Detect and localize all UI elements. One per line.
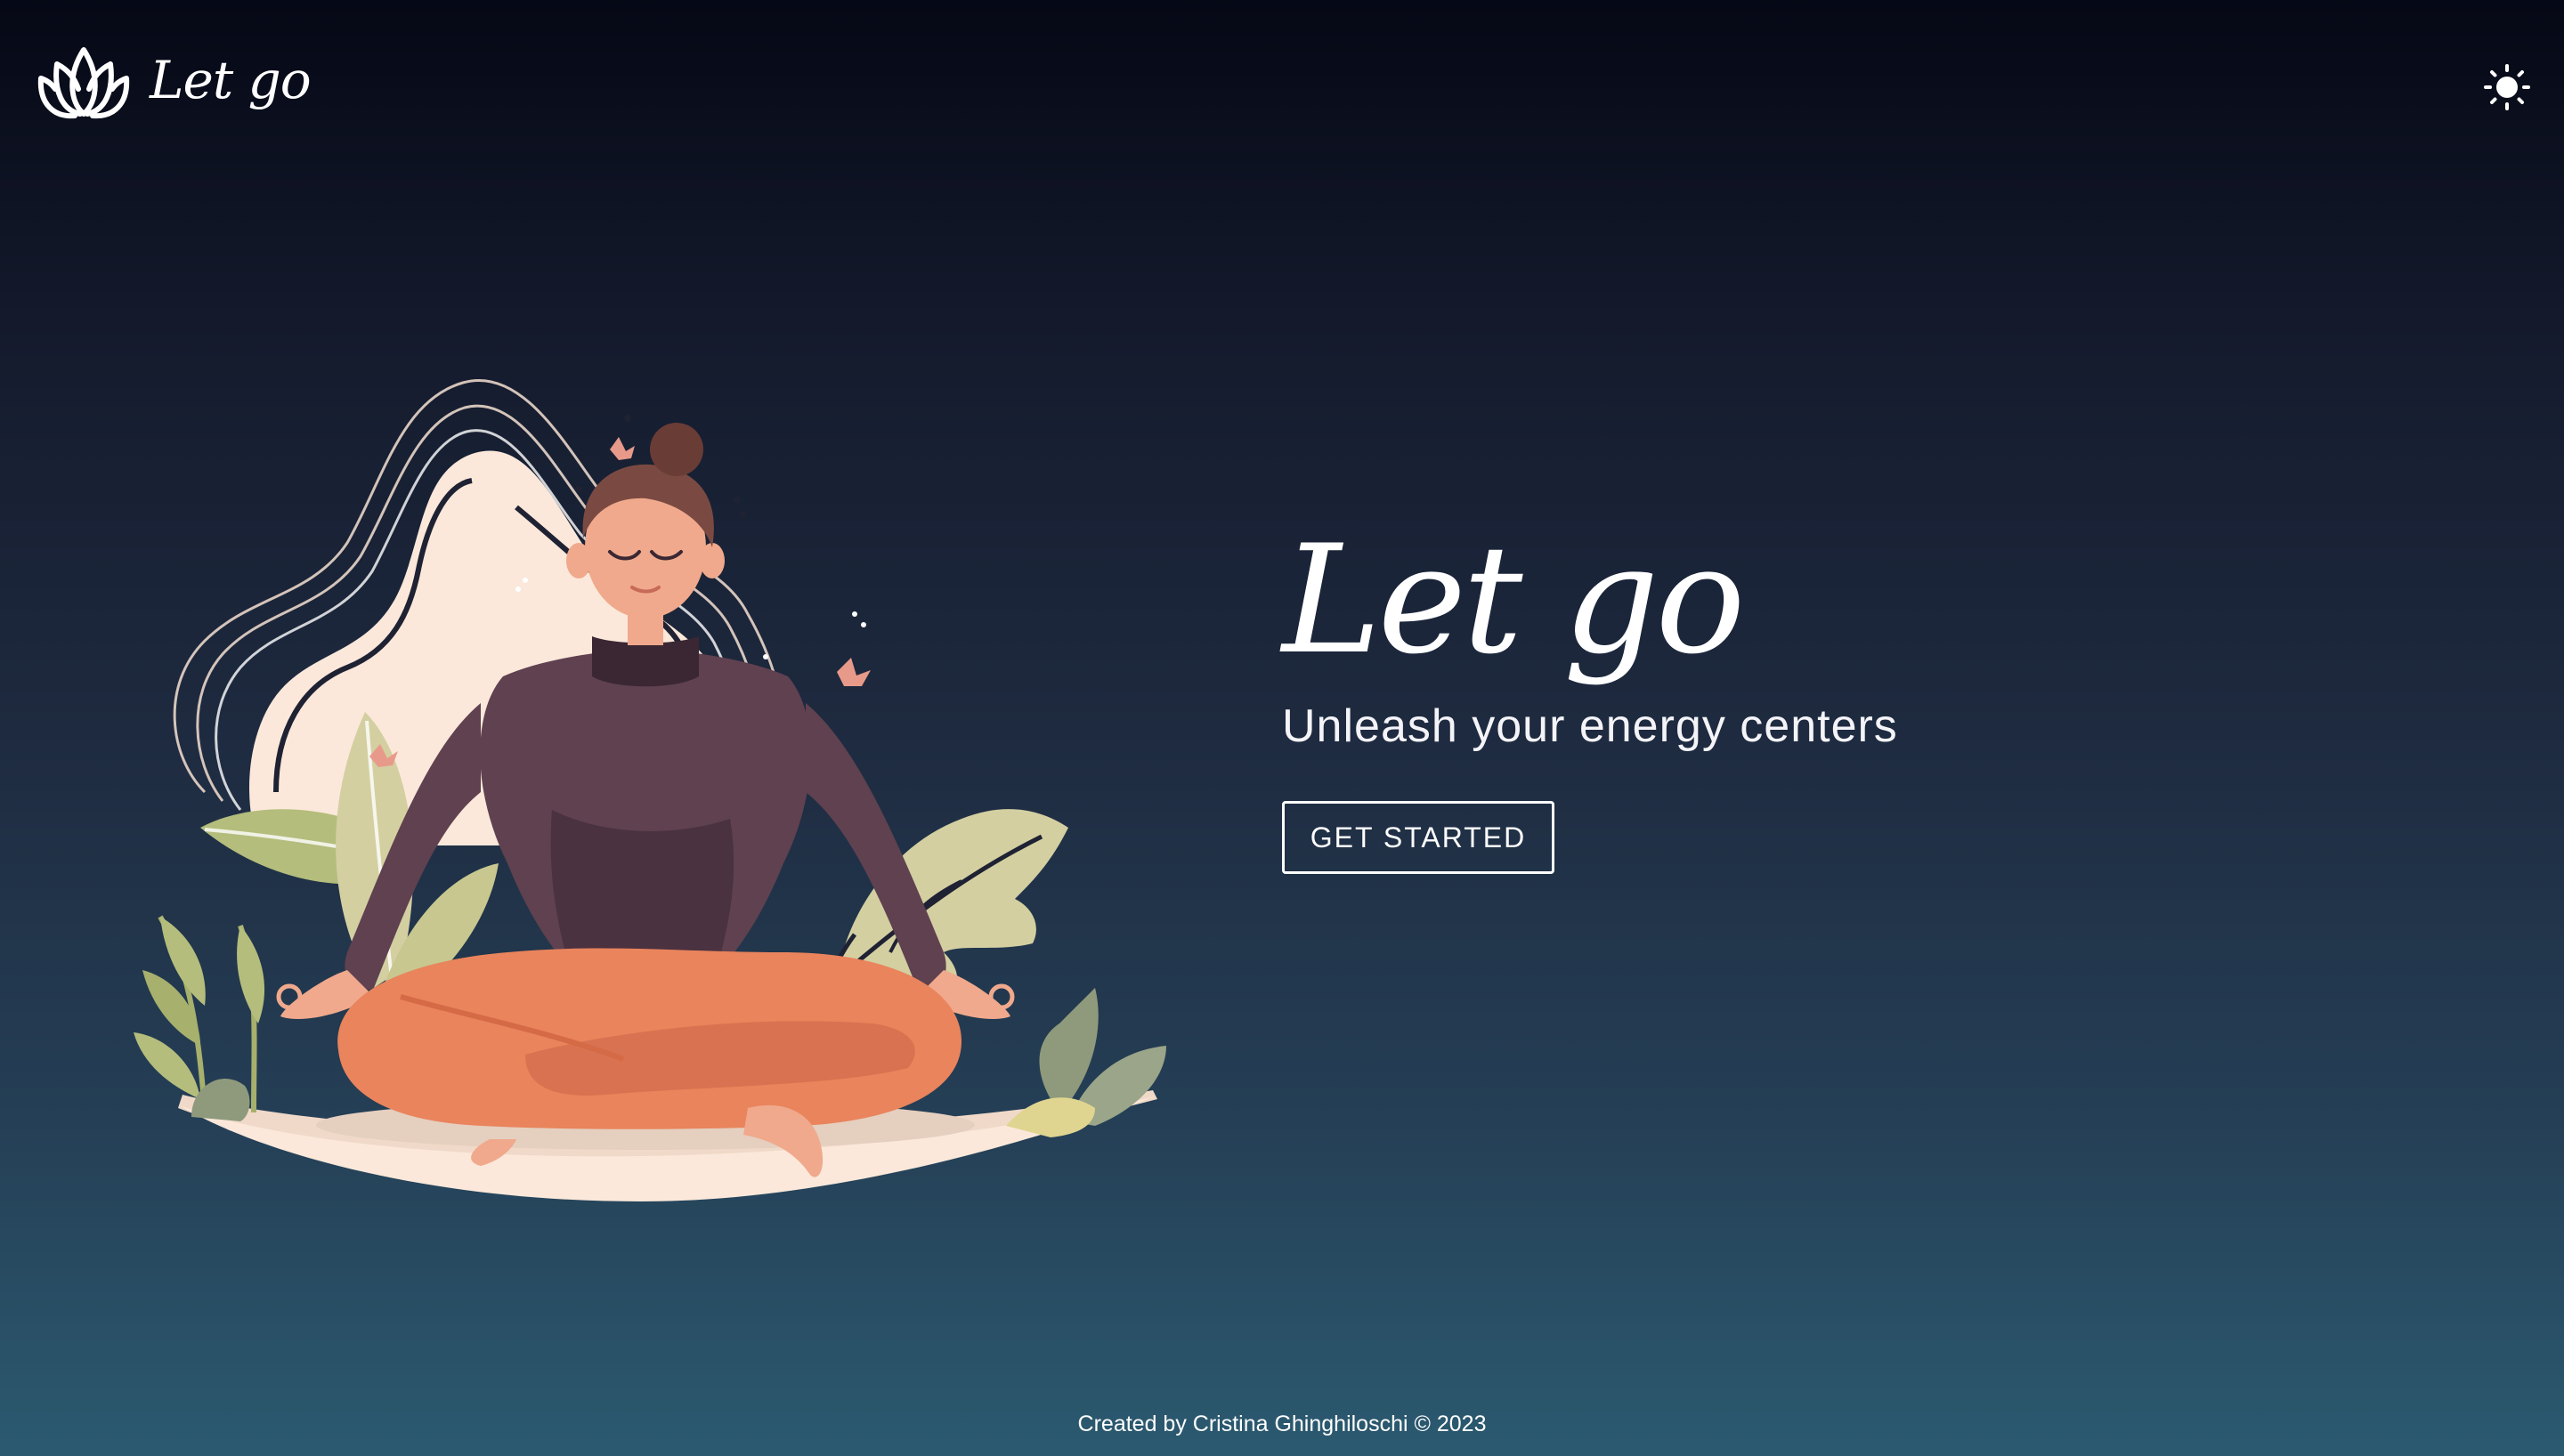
lotus-icon: [37, 47, 130, 119]
hero-section: Let go Unleash your energy centers GET S…: [1282, 525, 2261, 874]
theme-toggle-button[interactable]: [2484, 64, 2530, 110]
hero-subtitle: Unleash your energy centers: [1282, 700, 1898, 752]
hero-title: Let go: [1282, 513, 1746, 687]
footer-credit: Created by Cristina Ghinghiloschi © 2023: [1077, 1412, 1487, 1436]
header: Let go: [0, 0, 2564, 178]
meditating-woman-illustration: [134, 379, 1166, 1201]
brand-logo-link[interactable]: Let go: [36, 37, 312, 126]
brand-name: Let go: [150, 50, 312, 110]
get-started-button[interactable]: GET STARTED: [1282, 801, 1554, 874]
footer: Created by Cristina Ghinghiloschi © 2023: [0, 1412, 2564, 1437]
sun-icon: [2484, 64, 2530, 110]
